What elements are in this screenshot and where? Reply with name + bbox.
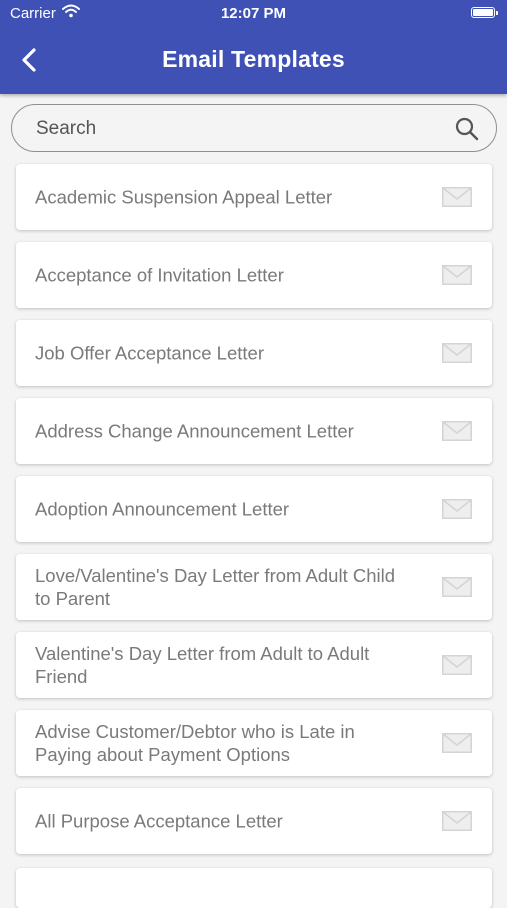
template-list-item[interactable]: Acceptance of Invitation Letter	[16, 242, 492, 308]
envelope-icon	[442, 811, 472, 831]
template-list-item[interactable]: Job Offer Acceptance Letter	[16, 320, 492, 386]
page-title: Email Templates	[162, 46, 345, 72]
template-list-item[interactable]: All Purpose Acceptance Letter	[16, 788, 492, 854]
status-time: 12:07 PM	[220, 5, 287, 22]
template-list-item[interactable]: Academic Suspension Appeal Letter	[16, 164, 492, 230]
search-icon[interactable]	[454, 116, 480, 142]
template-title: Job Offer Acceptance Letter	[35, 342, 264, 364]
template-title: Academic Suspension Appeal Letter	[35, 186, 333, 208]
template-list: Academic Suspension Appeal Letter Accepta…	[16, 164, 492, 866]
envelope-icon	[442, 421, 472, 441]
search-input[interactable]	[34, 113, 448, 145]
template-list-item[interactable]: Address Change Announcement Letter	[16, 398, 492, 464]
envelope-icon	[442, 187, 472, 207]
app-bar: Email Templates	[0, 28, 507, 94]
envelope-icon	[442, 343, 472, 363]
battery-icon	[471, 7, 498, 18]
envelope-icon	[442, 733, 472, 753]
envelope-icon	[442, 577, 472, 597]
search-bar	[11, 104, 497, 152]
template-list-item[interactable]: Love/Valentine's Day Letter from Adult C…	[16, 554, 492, 620]
template-title: Advise Customer/Debtor who is Late in Pa…	[35, 721, 355, 765]
template-title: All Purpose Acceptance Letter	[35, 810, 283, 832]
status-bar: Carrier 12:07 PM	[0, 0, 507, 28]
list-item-partial[interactable]	[16, 868, 492, 908]
envelope-icon	[442, 655, 472, 675]
envelope-icon	[442, 499, 472, 519]
template-list-item[interactable]: Advise Customer/Debtor who is Late in Pa…	[16, 710, 492, 776]
template-title: Love/Valentine's Day Letter from Adult C…	[35, 565, 396, 609]
envelope-icon	[442, 265, 472, 285]
template-list-item[interactable]: Adoption Announcement Letter	[16, 476, 492, 542]
template-title: Acceptance of Invitation Letter	[35, 264, 284, 286]
template-list-item[interactable]: Valentine's Day Letter from Adult to Adu…	[16, 632, 492, 698]
template-title: Address Change Announcement Letter	[35, 420, 354, 442]
template-title: Valentine's Day Letter from Adult to Adu…	[35, 643, 370, 687]
template-title: Adoption Announcement Letter	[35, 498, 290, 520]
